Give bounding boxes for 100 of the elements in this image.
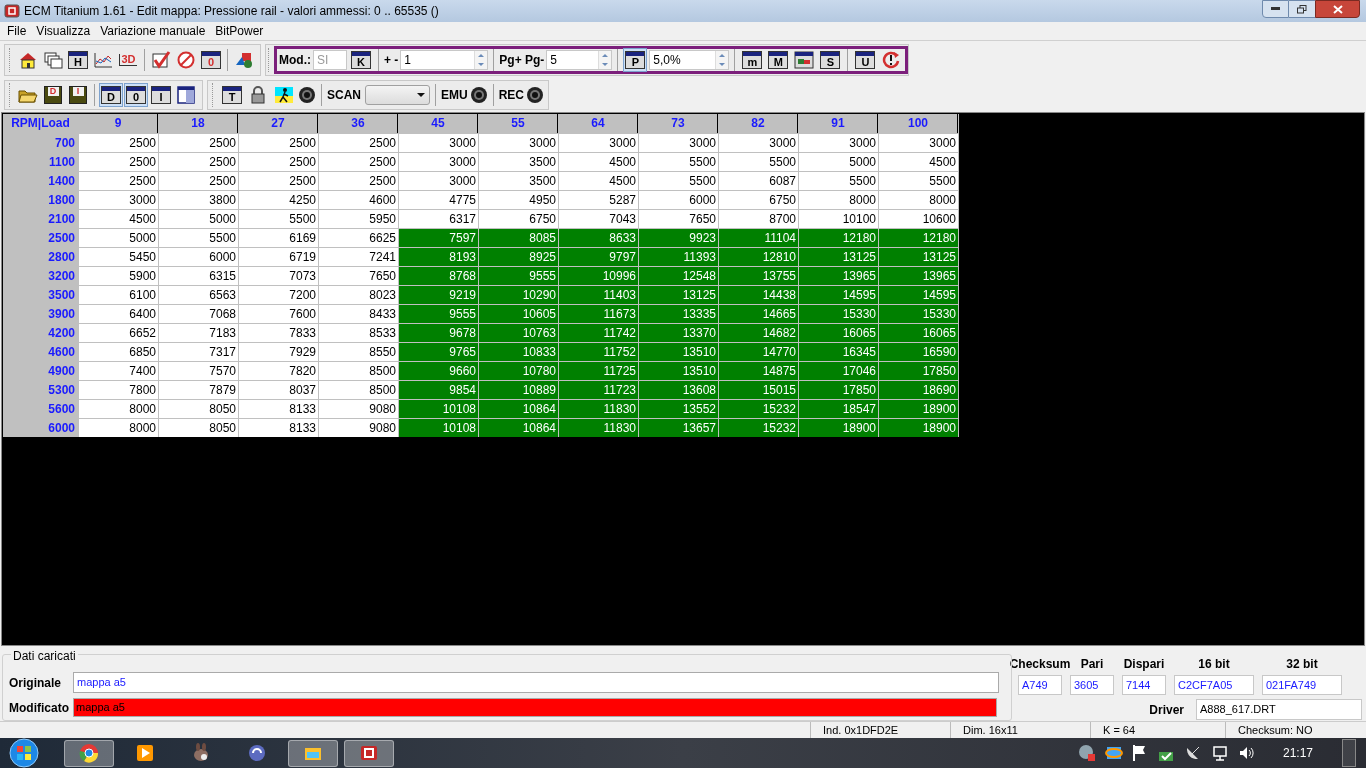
table-cell[interactable]: 18547	[799, 400, 878, 418]
table-cell[interactable]: 7597	[399, 229, 478, 247]
table-cell[interactable]: 6652	[79, 324, 158, 342]
table-cell[interactable]: 8700	[719, 210, 798, 228]
original-field[interactable]: mappa a5	[73, 672, 999, 693]
table-cell[interactable]: 4775	[399, 191, 478, 209]
table-cell[interactable]: 9080	[319, 419, 398, 437]
table-cell[interactable]: 8500	[319, 381, 398, 399]
table-cell[interactable]: 10108	[399, 400, 478, 418]
table-cell[interactable]: 6000	[159, 248, 238, 266]
minimize-button[interactable]	[1262, 0, 1289, 18]
table-cell[interactable]: 4500	[79, 210, 158, 228]
table-cell[interactable]: 3000	[879, 134, 958, 152]
table-cell[interactable]: 18900	[879, 419, 958, 437]
table-cell[interactable]: 2500	[319, 134, 398, 152]
table-cell[interactable]: 11830	[559, 400, 638, 418]
table-cell[interactable]: 7833	[239, 324, 318, 342]
table-cell[interactable]: 15330	[879, 305, 958, 323]
table-cell[interactable]: 8050	[159, 400, 238, 418]
menu-item[interactable]: Variazione manuale	[95, 22, 211, 40]
table-cell[interactable]: 11104	[719, 229, 798, 247]
table-cell[interactable]: 8533	[319, 324, 398, 342]
menu-item[interactable]: BitPower	[210, 22, 269, 40]
table-cell[interactable]: 16065	[879, 324, 958, 342]
table-cell[interactable]: 9678	[399, 324, 478, 342]
table-cell[interactable]: 2500	[319, 153, 398, 171]
table-cell[interactable]: 18690	[879, 381, 958, 399]
flag-icon[interactable]	[1131, 744, 1148, 762]
table-cell[interactable]: 10889	[479, 381, 558, 399]
table-cell[interactable]: 7183	[159, 324, 238, 342]
table-cell[interactable]: 9923	[639, 229, 718, 247]
table-cell[interactable]: 14595	[879, 286, 958, 304]
table-cell[interactable]: 10763	[479, 324, 558, 342]
table-cell[interactable]: 5900	[79, 267, 158, 285]
table-cell[interactable]: 10780	[479, 362, 558, 380]
table-cell[interactable]: 6000	[639, 191, 718, 209]
table-cell[interactable]: 5500	[239, 210, 318, 228]
table-cell[interactable]: 6317	[399, 210, 478, 228]
table-cell[interactable]: 8500	[319, 362, 398, 380]
table-cell[interactable]: 13125	[879, 248, 958, 266]
table-cell[interactable]: 3000	[719, 134, 798, 152]
table-cell[interactable]: 3800	[159, 191, 238, 209]
table-cell[interactable]: 11742	[559, 324, 638, 342]
table-cell[interactable]: 6315	[159, 267, 238, 285]
table-cell[interactable]: 7570	[159, 362, 238, 380]
table-cell[interactable]: 6719	[239, 248, 318, 266]
table-cell[interactable]: 3000	[399, 172, 478, 190]
table-cell[interactable]: 10864	[479, 419, 558, 437]
table-cell[interactable]: 5500	[879, 172, 958, 190]
table-cell[interactable]: 12810	[719, 248, 798, 266]
table-cell[interactable]: 13125	[639, 286, 718, 304]
menu-item[interactable]: File	[2, 22, 32, 40]
clock[interactable]: 21:17	[1282, 744, 1313, 762]
table-cell[interactable]: 6625	[319, 229, 398, 247]
table-cell[interactable]: 3000	[479, 134, 558, 152]
table-cell[interactable]: 8000	[79, 419, 158, 437]
table-cell[interactable]: 10996	[559, 267, 638, 285]
table-cell[interactable]: 17850	[799, 381, 878, 399]
table-cell[interactable]: 8133	[239, 400, 318, 418]
table-cell[interactable]: 8000	[79, 400, 158, 418]
table-cell[interactable]: 12548	[639, 267, 718, 285]
table-cell[interactable]: 8133	[239, 419, 318, 437]
table-cell[interactable]: 12180	[799, 229, 878, 247]
table-cell[interactable]: 6850	[79, 343, 158, 361]
table-cell[interactable]: 9765	[399, 343, 478, 361]
table-cell[interactable]: 3000	[399, 153, 478, 171]
table-cell[interactable]: 14770	[719, 343, 798, 361]
table-cell[interactable]: 5950	[319, 210, 398, 228]
table-cell[interactable]: 5500	[159, 229, 238, 247]
table-cell[interactable]: 9219	[399, 286, 478, 304]
table-cell[interactable]: 7650	[639, 210, 718, 228]
table-cell[interactable]: 15232	[719, 419, 798, 437]
table-cell[interactable]: 14595	[799, 286, 878, 304]
table-cell[interactable]: 5500	[639, 172, 718, 190]
table-cell[interactable]: 2500	[239, 153, 318, 171]
toolbar-button[interactable]: 3D	[116, 47, 140, 72]
table-cell[interactable]: 6169	[239, 229, 318, 247]
table-cell[interactable]: 6087	[719, 172, 798, 190]
table-cell[interactable]: 6750	[479, 210, 558, 228]
checksum-field[interactable]: 021FA749	[1262, 675, 1342, 695]
table-cell[interactable]: 13657	[639, 419, 718, 437]
table-cell[interactable]: 18900	[799, 419, 878, 437]
table-cell[interactable]: 13510	[639, 343, 718, 361]
table-cell[interactable]: 8037	[239, 381, 318, 399]
table-cell[interactable]: 11725	[559, 362, 638, 380]
record-dot-icon[interactable]	[469, 86, 488, 104]
table-cell[interactable]: 8768	[399, 267, 478, 285]
table-cell[interactable]: 13552	[639, 400, 718, 418]
record-dot-icon[interactable]	[298, 86, 316, 104]
table-cell[interactable]: 5450	[79, 248, 158, 266]
table-cell[interactable]: 13510	[639, 362, 718, 380]
table-cell[interactable]: 2500	[239, 172, 318, 190]
table-cell[interactable]: 7820	[239, 362, 318, 380]
table-cell[interactable]: 2500	[79, 172, 158, 190]
table-cell[interactable]: 16590	[879, 343, 958, 361]
table-cell[interactable]: 15330	[799, 305, 878, 323]
table-cell[interactable]: 7241	[319, 248, 398, 266]
taskbar-button[interactable]	[344, 739, 394, 767]
table-cell[interactable]: 4950	[479, 191, 558, 209]
table-cell[interactable]: 3500	[479, 153, 558, 171]
